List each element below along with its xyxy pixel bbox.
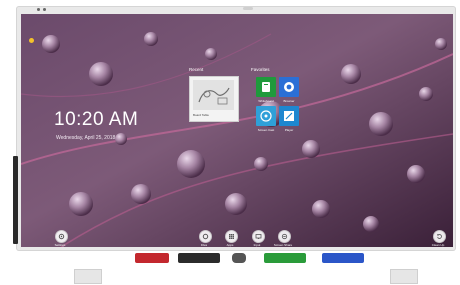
screen-share-label: Screen Share	[273, 243, 293, 247]
recent-thumbnail	[193, 80, 234, 110]
player-icon	[284, 111, 294, 121]
brand-logo-mark	[243, 7, 253, 10]
pen-tray-red[interactable]	[135, 253, 169, 263]
favorite-player-tile[interactable]	[279, 106, 299, 126]
pen-tray-blue[interactable]	[322, 253, 364, 263]
screen-share-icon	[281, 233, 288, 240]
apps-grid-icon	[229, 234, 234, 239]
files-button[interactable]	[199, 230, 212, 243]
clean-up-button[interactable]	[433, 230, 446, 243]
clock-date: Wednesday, April 25, 2018	[56, 135, 116, 141]
pen-tray-green[interactable]	[264, 253, 306, 263]
stand-foot-right	[390, 269, 418, 284]
sensor-dot	[43, 8, 46, 11]
screen-cast-icon	[260, 110, 272, 122]
apps-button[interactable]	[225, 230, 238, 243]
recent-title: Recent	[189, 67, 204, 72]
browser-icon	[284, 82, 294, 92]
gear-icon	[58, 233, 65, 240]
whiteboard-icon	[262, 82, 270, 92]
input-icon	[255, 234, 262, 239]
side-speaker-bar	[13, 156, 18, 244]
favorite-screen-cast-tile[interactable]	[256, 106, 276, 126]
pen-color-indicator[interactable]	[29, 38, 34, 43]
clean-up-label: Clean Up	[431, 243, 445, 247]
eraser-slot[interactable]	[232, 253, 246, 263]
clock-time: 10:20 AM	[54, 109, 139, 130]
recent-thumbnail-image	[193, 80, 234, 110]
recent-item[interactable]: Board Table	[189, 76, 239, 122]
sensor-dot	[37, 8, 40, 11]
favorites-title: Favorites	[251, 67, 270, 72]
input-button[interactable]	[252, 230, 265, 243]
favorite-browser-tile[interactable]	[279, 77, 299, 97]
files-label: Files	[200, 243, 208, 247]
files-icon	[202, 233, 209, 240]
recent-item-caption: Board Table	[193, 113, 209, 117]
screen-share-button[interactable]	[278, 230, 291, 243]
clean-up-icon	[437, 233, 442, 239]
favorite-player-label: Player	[284, 128, 294, 132]
pen-tray-black[interactable]	[178, 253, 220, 263]
settings-label: Settings	[54, 243, 66, 247]
settings-button[interactable]	[55, 230, 68, 243]
input-label: Input	[253, 243, 261, 247]
favorite-whiteboard-tile[interactable]	[256, 77, 276, 97]
apps-label: Apps	[226, 243, 234, 247]
favorite-browser-label: Browser	[283, 99, 295, 103]
stand-foot-left	[74, 269, 102, 284]
home-screen: 10:20 AM Wednesday, April 25, 2018 Recen…	[21, 14, 453, 247]
